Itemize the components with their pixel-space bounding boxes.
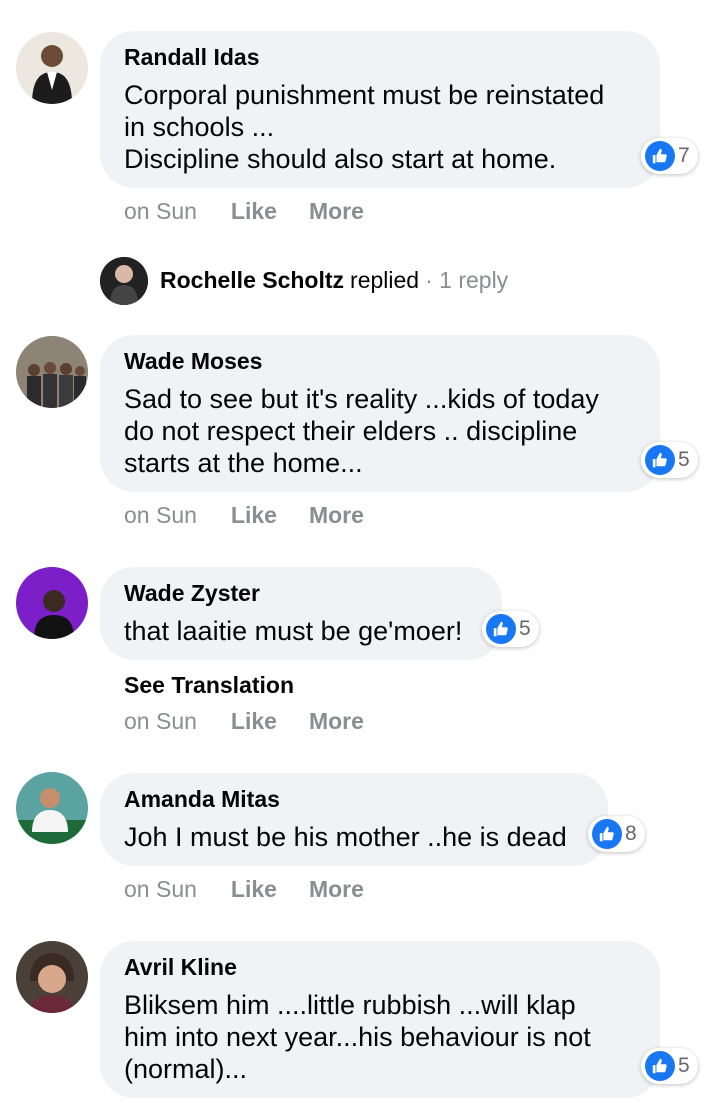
commenter-name[interactable]: Wade Zyster <box>124 579 478 607</box>
comment-line: Discipline should also start at home. <box>124 144 557 174</box>
thumbs-up-icon <box>486 614 516 644</box>
commenter-name[interactable]: Wade Moses <box>124 347 636 375</box>
timestamp[interactable]: on Sun <box>124 502 197 529</box>
avatar-amanda-mitas[interactable] <box>16 772 88 844</box>
thumbs-up-icon <box>645 445 675 475</box>
avatar-wade-moses[interactable] <box>16 336 88 408</box>
person-avatar-icon <box>16 772 88 844</box>
like-button[interactable]: Like <box>231 708 277 735</box>
reaction-count: 5 <box>678 1054 690 1077</box>
comment-text: Bliksem him ....little rubbish ...will k… <box>124 989 636 1085</box>
comment-actions: on Sun Like More <box>124 198 396 225</box>
person-avatar-icon <box>16 941 88 1013</box>
person-avatar-icon <box>16 32 88 104</box>
commenter-name[interactable]: Avril Kline <box>124 953 636 981</box>
reaction-count: 7 <box>678 144 690 167</box>
avatar-wade-zyster[interactable] <box>16 567 88 639</box>
reply-author-name[interactable]: Rochelle Scholtz <box>160 267 344 294</box>
comment-line: starts at the home... <box>124 448 363 478</box>
reply-summary[interactable]: Rochelle Scholtz replied · 1 reply <box>160 267 508 294</box>
comment-line: Corporal punishment must be reinstated <box>124 80 605 110</box>
reply-verb: replied <box>350 267 420 293</box>
reaction-count: 5 <box>678 448 690 471</box>
more-button[interactable]: More <box>309 502 364 529</box>
like-button[interactable]: Like <box>231 876 277 903</box>
avatar-randall-idas[interactable] <box>16 32 88 104</box>
commenter-name[interactable]: Randall Idas <box>124 43 636 71</box>
comment-actions: on Sun Like More <box>124 876 396 903</box>
comment-line: (normal)... <box>124 1054 248 1084</box>
reaction-summary[interactable]: 7 <box>641 138 698 174</box>
comment-line: in schools ... <box>124 112 275 142</box>
group-avatar-icon <box>16 336 88 408</box>
timestamp[interactable]: on Sun <box>124 198 197 225</box>
timestamp[interactable]: on Sun <box>124 876 197 903</box>
comment-bubble[interactable]: Randall Idas Corporal punishment must be… <box>100 31 660 188</box>
reaction-count: 5 <box>519 617 531 640</box>
timestamp[interactable]: on Sun <box>124 708 197 735</box>
reaction-summary[interactable]: 5 <box>641 1048 698 1084</box>
avatar-rochelle-scholtz[interactable] <box>100 257 148 305</box>
reaction-summary[interactable]: 5 <box>482 611 539 647</box>
thumbs-up-icon <box>645 141 675 171</box>
comment-bubble[interactable]: Wade Moses Sad to see but it's reality .… <box>100 335 660 492</box>
comment-actions: on Sun Like More <box>124 708 396 735</box>
reaction-count: 8 <box>625 822 637 845</box>
comment-bubble[interactable]: Avril Kline Bliksem him ....little rubbi… <box>100 941 660 1098</box>
thumbs-up-icon <box>645 1051 675 1081</box>
like-button[interactable]: Like <box>231 198 277 225</box>
comment-text: that laaitie must be ge'moer! <box>124 615 478 647</box>
more-button[interactable]: More <box>309 876 364 903</box>
comment-bubble[interactable]: Amanda Mitas Joh I must be his mother ..… <box>100 773 608 866</box>
comment-line: Sad to see but it's reality ...kids of t… <box>124 384 599 414</box>
more-button[interactable]: More <box>309 708 364 735</box>
more-button[interactable]: More <box>309 198 364 225</box>
comment-text: Joh I must be his mother ..he is dead <box>124 821 584 853</box>
comment-text: Corporal punishment must be reinstated i… <box>124 79 636 175</box>
person-avatar-icon <box>16 567 88 639</box>
reply-count[interactable]: · 1 reply <box>425 267 508 294</box>
thumbs-up-icon <box>592 819 622 849</box>
comment-line: do not respect their elders .. disciplin… <box>124 416 578 446</box>
reaction-summary[interactable]: 5 <box>641 442 698 478</box>
reaction-summary[interactable]: 8 <box>588 816 645 852</box>
person-avatar-icon <box>100 257 148 305</box>
avatar-avril-kline[interactable] <box>16 941 88 1013</box>
commenter-name[interactable]: Amanda Mitas <box>124 785 584 813</box>
like-button[interactable]: Like <box>231 502 277 529</box>
comment-line: that laaitie must be ge'moer! <box>124 616 463 646</box>
comment-line: Joh I must be his mother ..he is dead <box>124 822 567 852</box>
comment-line: him into next year...his behaviour is no… <box>124 1022 591 1052</box>
comment-line: Bliksem him ....little rubbish ...will k… <box>124 990 576 1020</box>
see-translation-link[interactable]: See Translation <box>124 672 294 699</box>
comment-bubble[interactable]: Wade Zyster that laaitie must be ge'moer… <box>100 567 502 660</box>
comment-actions: on Sun Like More <box>124 502 396 529</box>
comment-text: Sad to see but it's reality ...kids of t… <box>124 383 636 479</box>
